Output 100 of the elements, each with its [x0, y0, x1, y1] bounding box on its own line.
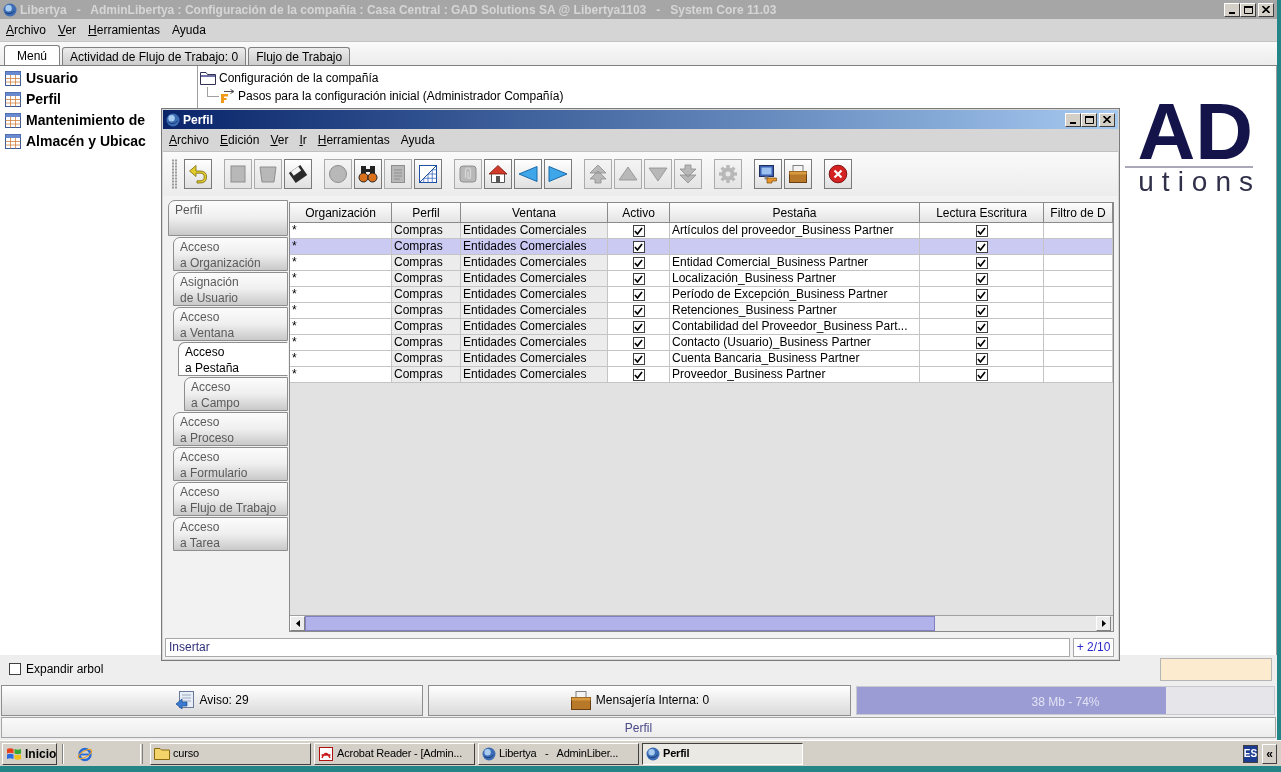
- toolbar-button[interactable]: [754, 159, 782, 189]
- table-row[interactable]: * Compras Entidades Comerciales: [290, 239, 1113, 255]
- toolbar-button[interactable]: [414, 159, 442, 189]
- checkbox[interactable]: [975, 272, 988, 285]
- side-tab[interactable]: Acceso a Campo: [184, 377, 288, 411]
- side-tab[interactable]: Asignación de Usuario: [173, 272, 288, 306]
- side-tab[interactable]: Acceso a Organización: [173, 237, 288, 271]
- checkbox[interactable]: [975, 320, 988, 333]
- checkbox[interactable]: [975, 288, 988, 301]
- checkbox[interactable]: [975, 256, 988, 269]
- scrollbar-thumb[interactable]: [305, 616, 935, 631]
- shortcut-item[interactable]: Usuario: [26, 67, 79, 89]
- checkbox[interactable]: [975, 352, 988, 365]
- table-row[interactable]: * Compras Entidades Comerciales Cuenta Bancaria_Business Partner: [290, 351, 1113, 367]
- taskbar-button[interactable]: Perfil: [642, 742, 803, 765]
- taskbar-button[interactable]: Acrobat Reader - [Admin...: [314, 742, 475, 765]
- close-icon: [828, 164, 848, 184]
- checkbox[interactable]: [632, 352, 645, 365]
- tray-expand-button[interactable]: «: [1262, 743, 1277, 764]
- side-tab[interactable]: Acceso a Ventana: [173, 307, 288, 341]
- menu-item[interactable]: Ir: [299, 131, 307, 149]
- taskbar-button[interactable]: curso: [150, 742, 311, 765]
- column-header[interactable]: Organización: [290, 203, 392, 223]
- checkbox[interactable]: [632, 272, 645, 285]
- checkbox[interactable]: [975, 336, 988, 349]
- side-tab[interactable]: Acceso a Tarea: [173, 517, 288, 551]
- checkbox[interactable]: [975, 368, 988, 381]
- checkbox[interactable]: [9, 663, 21, 675]
- language-indicator[interactable]: ES: [1243, 744, 1258, 763]
- checkbox[interactable]: [632, 240, 645, 253]
- checkbox[interactable]: [975, 224, 988, 237]
- shortcut-item[interactable]: Almacén y Ubicac: [26, 130, 146, 152]
- menu-item[interactable]: Archivo: [6, 21, 47, 39]
- column-header[interactable]: Pestaña: [670, 203, 920, 223]
- side-tab[interactable]: Acceso a Flujo de Trabajo: [173, 482, 288, 516]
- menu-item[interactable]: Edición: [220, 131, 260, 149]
- close-button[interactable]: [1258, 2, 1274, 17]
- table-row[interactable]: * Compras Entidades Comerciales Localización_Business Partner: [290, 271, 1113, 287]
- table-row[interactable]: * Compras Entidades Comerciales Contabilidad del Proveedor_Business Part...: [290, 319, 1113, 335]
- right-arrow-icon[interactable]: [1101, 620, 1106, 627]
- toolbar-button[interactable]: [284, 159, 312, 189]
- gear-icon: [718, 164, 738, 184]
- table-row[interactable]: * Compras Entidades Comerciales Período de Excepción_Business Partner: [290, 287, 1113, 303]
- maximize-icon: [1084, 115, 1094, 124]
- menu-item[interactable]: Ayuda: [172, 21, 206, 39]
- column-header[interactable]: Filtro de D: [1044, 203, 1113, 223]
- minimize-button[interactable]: [1224, 2, 1240, 17]
- toolbar-button[interactable]: [784, 159, 812, 189]
- tab[interactable]: Flujo de Trabajo: [248, 47, 351, 65]
- menu-item[interactable]: Herramientas: [88, 21, 161, 39]
- menu-item[interactable]: Ayuda: [400, 131, 435, 149]
- start-button[interactable]: Inicio: [2, 742, 57, 765]
- maximize-button[interactable]: [1240, 2, 1256, 17]
- toolbar-button[interactable]: [824, 159, 852, 189]
- input-field[interactable]: [1160, 657, 1272, 681]
- checkbox[interactable]: [632, 368, 645, 381]
- taskbar-button[interactable]: Libertya - AdminLiber...: [478, 742, 639, 765]
- toolbar-button[interactable]: [484, 159, 512, 189]
- shortcut-item[interactable]: Perfil: [26, 88, 61, 110]
- horizontal-scrollbar[interactable]: [290, 615, 1113, 631]
- side-tab[interactable]: Acceso a Pestaña: [178, 342, 288, 376]
- maximize-button[interactable]: [1081, 112, 1097, 127]
- table-row[interactable]: * Compras Entidades Comerciales Artículos del proveedor_Business Partner: [290, 223, 1113, 239]
- shortcut-item[interactable]: Mantenimiento de: [26, 109, 145, 131]
- checkbox[interactable]: [632, 256, 645, 269]
- checkbox[interactable]: [975, 304, 988, 317]
- tab[interactable]: Actividad de Flujo de Trabajo: 0: [62, 47, 247, 65]
- left-arrow-icon[interactable]: [295, 620, 300, 627]
- side-tab[interactable]: Acceso a Formulario: [173, 447, 288, 481]
- grip-icon[interactable]: [171, 159, 178, 189]
- menu-item[interactable]: Archivo: [169, 131, 210, 149]
- messages-button[interactable]: Mensajería Interna: 0: [428, 684, 851, 716]
- side-tab[interactable]: Perfil: [168, 200, 288, 236]
- menu-item[interactable]: Ver: [58, 21, 77, 39]
- minimize-button[interactable]: [1065, 112, 1081, 127]
- notice-button[interactable]: Aviso: 29: [1, 684, 423, 716]
- column-header[interactable]: Activo: [608, 203, 670, 223]
- checkbox[interactable]: [975, 240, 988, 253]
- toolbar-button[interactable]: [354, 159, 382, 189]
- column-header[interactable]: Ventana: [461, 203, 608, 223]
- table-row[interactable]: * Compras Entidades Comerciales Entidad Comercial_Business Partner: [290, 255, 1113, 271]
- tree-item[interactable]: Pasos para la configuración inicial (Administrador Compañía): [238, 87, 564, 105]
- checkbox[interactable]: [632, 224, 645, 237]
- table-row[interactable]: * Compras Entidades Comerciales Retenciones_Business Partner: [290, 303, 1113, 319]
- checkbox[interactable]: [632, 320, 645, 333]
- table-row[interactable]: * Compras Entidades Comerciales Proveedor_Business Partner: [290, 367, 1113, 383]
- menu-item[interactable]: Ver: [270, 131, 289, 149]
- column-header[interactable]: Lectura Escritura: [920, 203, 1044, 223]
- column-header[interactable]: Perfil: [392, 203, 461, 223]
- checkbox[interactable]: [632, 304, 645, 317]
- table-row[interactable]: * Compras Entidades Comerciales Contacto (Usuario)_Business Partner: [290, 335, 1113, 351]
- tab[interactable]: Menú: [4, 45, 61, 65]
- close-button[interactable]: [1099, 112, 1115, 127]
- side-tab[interactable]: Acceso a Proceso: [173, 412, 288, 446]
- tree-item[interactable]: Configuración de la compañía: [219, 69, 379, 87]
- menu-item[interactable]: Herramientas: [317, 131, 390, 149]
- record-count[interactable]: + 2/10: [1073, 637, 1114, 657]
- checkbox[interactable]: [632, 336, 645, 349]
- checkbox[interactable]: [632, 288, 645, 301]
- table-cell: Entidades Comerciales: [461, 271, 608, 287]
